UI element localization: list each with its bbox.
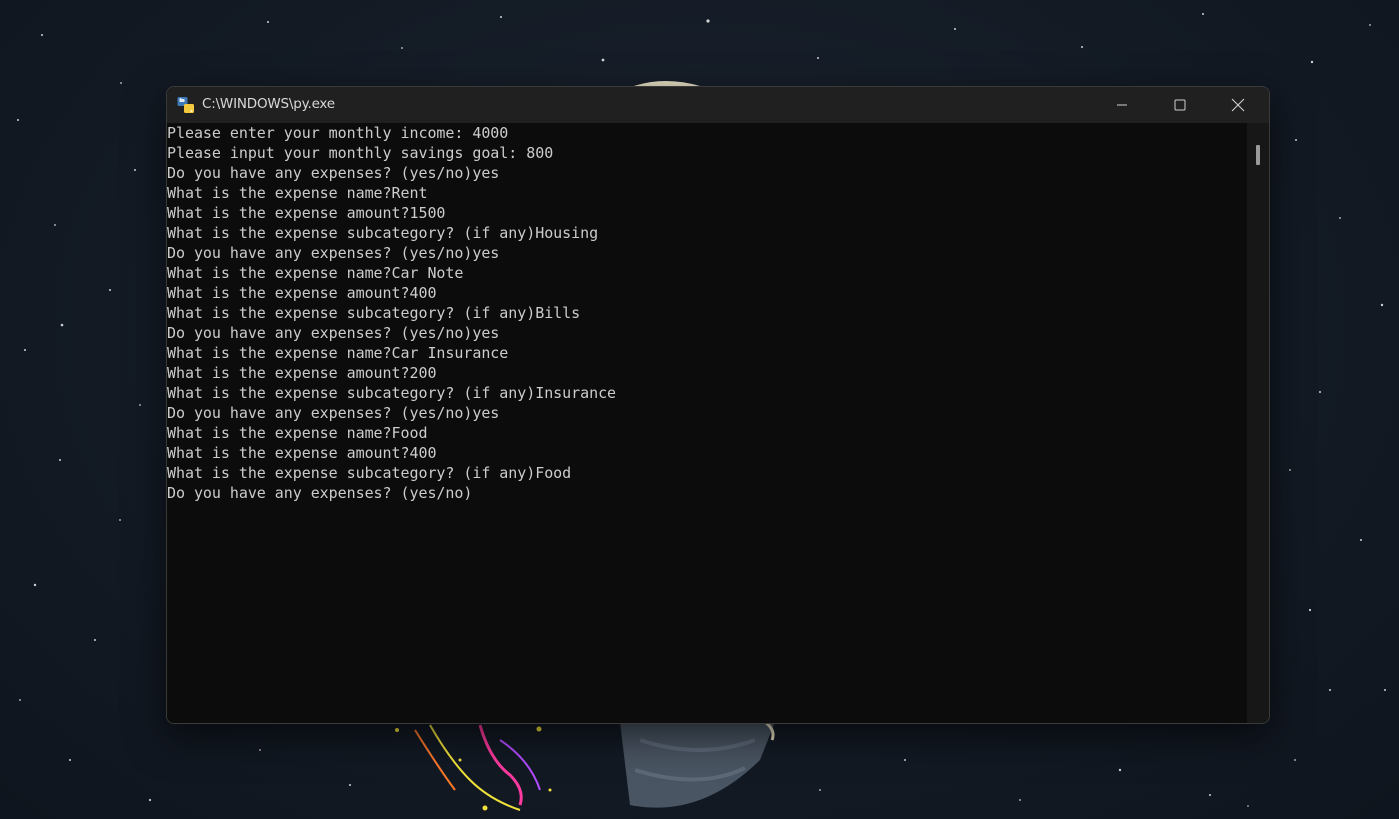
console-line: What is the expense amount?200 — [167, 364, 437, 382]
console-line: Do you have any expenses? (yes/no)yes — [167, 164, 500, 182]
desktop-background: C:\WINDOWS\py.exe Please enter your mont… — [0, 0, 1399, 819]
console-line: What is the expense amount?400 — [167, 444, 437, 462]
console-line: Do you have any expenses? (yes/no)yes — [167, 324, 500, 342]
console-line: What is the expense name?Food — [167, 424, 428, 442]
console-line: What is the expense name?Car Note — [167, 264, 464, 282]
console-line: What is the expense subcategory? (if any… — [167, 464, 572, 482]
close-button[interactable] — [1209, 87, 1267, 123]
close-icon — [1231, 98, 1245, 112]
scrollbar-thumb[interactable] — [1256, 145, 1260, 165]
console-line: What is the expense amount?400 — [167, 284, 437, 302]
console-line: What is the expense name?Car Insurance — [167, 344, 509, 362]
minimize-icon — [1117, 104, 1127, 106]
vertical-scrollbar[interactable] — [1247, 123, 1269, 723]
console-line: Please enter your monthly income: 4000 — [167, 124, 509, 142]
python-icon — [177, 97, 194, 113]
console-line: Please input your monthly savings goal: … — [167, 144, 554, 162]
console-window: C:\WINDOWS\py.exe Please enter your mont… — [166, 86, 1270, 724]
minimize-button[interactable] — [1093, 87, 1151, 123]
console-line: Do you have any expenses? (yes/no)yes — [167, 244, 500, 262]
console-line: What is the expense name?Rent — [167, 184, 428, 202]
console-line: What is the expense amount?1500 — [167, 204, 446, 222]
title-bar[interactable]: C:\WINDOWS\py.exe — [167, 87, 1269, 123]
maximize-icon — [1174, 99, 1186, 111]
console-output[interactable]: Please enter your monthly income: 4000 P… — [167, 123, 1247, 723]
window-title: C:\WINDOWS\py.exe — [202, 96, 335, 112]
console-line-prompt: Do you have any expenses? (yes/no) — [167, 484, 473, 502]
console-line: What is the expense subcategory? (if any… — [167, 304, 581, 322]
maximize-button[interactable] — [1151, 87, 1209, 123]
console-line: Do you have any expenses? (yes/no)yes — [167, 404, 500, 422]
console-line: What is the expense subcategory? (if any… — [167, 384, 617, 402]
console-line: What is the expense subcategory? (if any… — [167, 224, 599, 242]
